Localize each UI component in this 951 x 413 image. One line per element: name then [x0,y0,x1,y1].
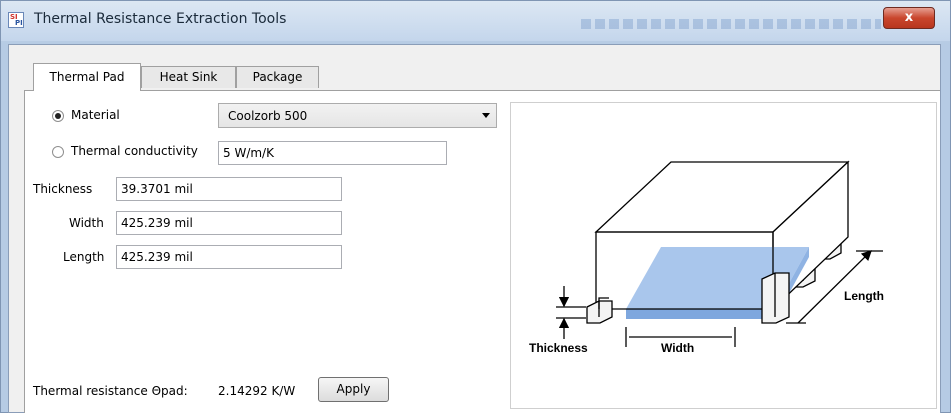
diagram-svg: Thickness Width Length [529,160,884,355]
tab-heat-sink[interactable]: Heat Sink [141,66,236,88]
apply-button[interactable]: Apply [318,377,389,402]
close-icon: x [904,10,914,25]
tab-thermal-pad[interactable]: Thermal Pad [33,63,141,91]
conductivity-field[interactable]: 5 W/m/K [218,141,447,165]
tab-thermal-pad-label: Thermal Pad [49,70,125,84]
length-field[interactable]: 425.239 mil [116,245,342,269]
conductivity-radio[interactable] [52,146,64,158]
mount-left-front [586,297,613,324]
thickness-label: Thickness [33,182,93,196]
app-icon: SI PI [8,12,24,28]
apply-button-label: Apply [336,382,371,396]
thickness-field[interactable]: 39.3701 mil [116,177,342,201]
length-label: Length [63,250,105,264]
thermal-pad-front [626,309,775,319]
title-bar[interactable]: SI PI Thermal Resistance Extraction Tool… [1,1,950,41]
title-bar-decoration [581,19,881,29]
thermal-pad-diagram: Thickness Width Length [510,102,937,409]
thermal-resistance-value: 2.14292 K/W [218,384,296,398]
thermal-resistance-label: Thermal resistance Θpad: [33,384,188,398]
chevron-down-icon [482,113,490,118]
window-title: Thermal Resistance Extraction Tools [34,11,287,27]
material-select[interactable]: Coolzorb 500 [218,103,497,128]
diagram-thickness-label: Thickness [529,341,588,355]
width-label: Width [69,216,104,230]
mount-right-front [761,272,790,324]
diagram-width-label: Width [661,341,694,355]
conductivity-label: Thermal conductivity [71,144,198,158]
material-select-value: Coolzorb 500 [228,109,308,123]
diagram-length-label: Length [844,289,884,303]
app-icon-text-bottom: PI [15,19,23,27]
tab-package[interactable]: Package [236,66,319,88]
close-button[interactable]: x [883,7,935,29]
tab-heat-sink-label: Heat Sink [159,70,218,84]
material-radio[interactable] [52,110,64,122]
tab-package-label: Package [252,70,303,84]
width-field[interactable]: 425.239 mil [116,211,342,235]
material-label: Material [71,108,120,122]
